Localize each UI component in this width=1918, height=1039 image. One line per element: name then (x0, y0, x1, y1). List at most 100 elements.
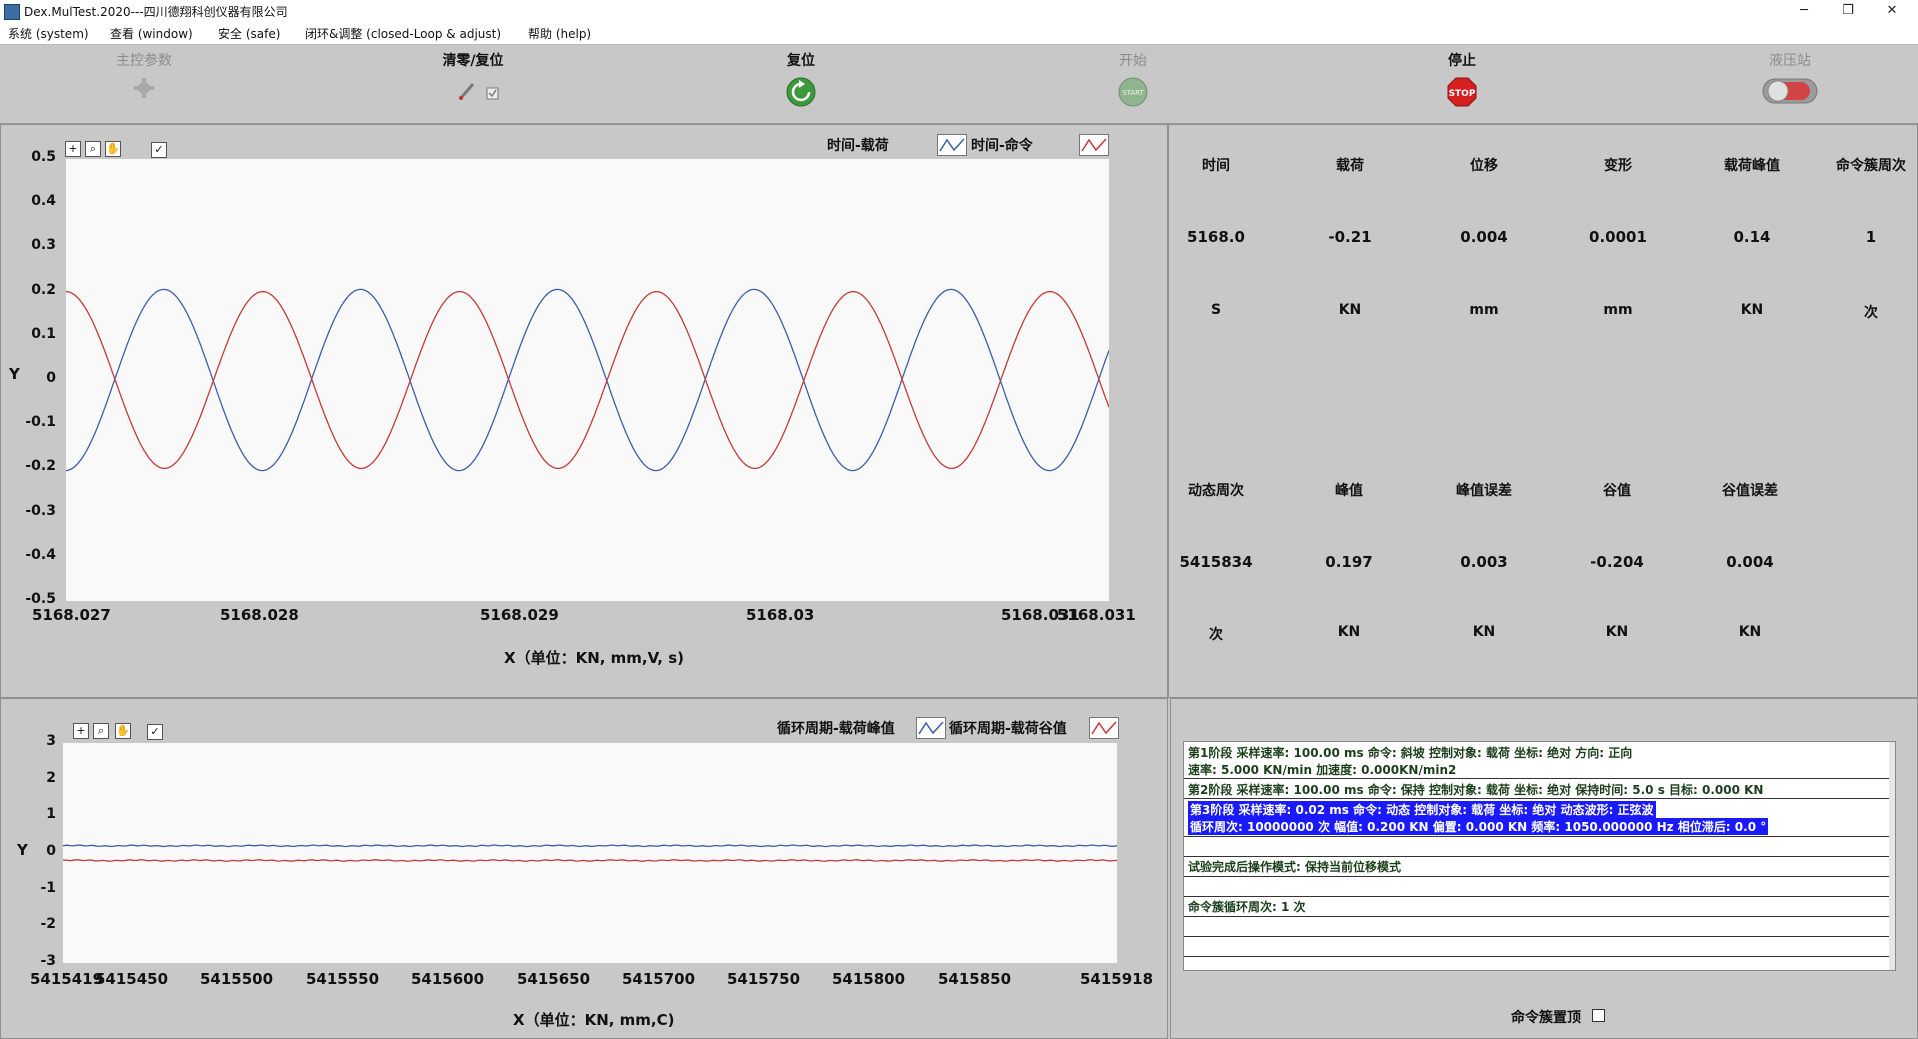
autoscale-checkbox-2[interactable]: ✓ (147, 724, 163, 740)
readout-value: 0.004 (1726, 553, 1774, 571)
x-tick-label: 5415450 (95, 970, 169, 988)
stage1-line1[interactable]: 第1阶段 采样速率: 100.00 ms 命令: 斜坡 控制对象: 载荷 坐标:… (1188, 744, 1632, 761)
zoom-tool-icon-2[interactable]: ⌕ (93, 723, 109, 739)
chart1-x-label: X（单位：KN, mm,V, s) (504, 649, 685, 667)
y-tick-label: 0.1 (31, 325, 56, 342)
menu-safe[interactable]: 安全 (safe) (218, 25, 280, 42)
row-divider (1184, 896, 1890, 897)
x-tick-label: 5415650 (517, 970, 591, 988)
readout-unit: mm (1603, 302, 1633, 318)
x-tick-label: 5415918 (1080, 970, 1154, 988)
readout-header: 载荷 (1336, 158, 1364, 174)
readout-header: 谷值误差 (1722, 483, 1778, 499)
readout-unit: KN (1738, 624, 1762, 640)
reset-button[interactable]: 复位 (711, 50, 891, 112)
wrench-icon (459, 83, 499, 100)
chart2-x-label: X（单位：KN, mm,C) (513, 1011, 675, 1029)
stage3-line2[interactable]: 循环周次: 10000000 次 幅值: 0.200 KN 偏置: 0.000 … (1188, 818, 1769, 835)
legend-valley-label: 循环周期-载荷谷值 (949, 721, 1067, 737)
y-tick-label: 0 (46, 370, 56, 386)
reset-label: 复位 (787, 53, 815, 69)
list-scrollbar[interactable] (1889, 742, 1895, 970)
legend-load-swatch[interactable] (937, 134, 967, 156)
readout-value: 0.14 (1733, 228, 1771, 246)
y-tick-label: -0.2 (25, 458, 56, 475)
x-tick-label: 5415750 (727, 970, 801, 988)
stop-label: 停止 (1448, 53, 1476, 69)
legend-command-swatch[interactable] (1079, 134, 1109, 156)
post-test-mode-line[interactable]: 试验完成后操作模式: 保持当前位移模式 (1188, 858, 1401, 875)
main-params-label: 主控参数 (116, 53, 172, 69)
stage3-line1[interactable]: 第3阶段 采样速率: 0.02 ms 命令: 动态 控制对象: 载荷 坐标: 绝… (1188, 801, 1656, 818)
readout-value: 0.197 (1325, 553, 1373, 571)
x-tick-label: 5415500 (200, 970, 274, 988)
pan-tool-icon-2[interactable]: ✋ (115, 723, 131, 739)
x-tick-label: 5168.028 (220, 606, 299, 624)
readout-header: 命令簇周次 (1836, 158, 1906, 174)
toggle-switch-icon (1762, 78, 1818, 104)
y-tick-label: 0.3 (31, 237, 56, 254)
y-tick-label: 1 (46, 806, 56, 823)
cycle-peak-plot[interactable] (63, 743, 1117, 963)
readout-header: 动态周次 (1188, 483, 1244, 499)
stage2-line[interactable]: 第2阶段 采样速率: 100.00 ms 命令: 保持 控制对象: 载荷 坐标:… (1188, 781, 1763, 798)
x-tick-label: 5168.03 (746, 606, 815, 624)
pin-top-checkbox[interactable] (1592, 1009, 1605, 1022)
x-tick-label: 5415419 (30, 970, 104, 988)
readout-value: 0.004 (1460, 228, 1508, 246)
row-divider (1184, 916, 1890, 917)
legend-peak-swatch[interactable] (916, 717, 946, 739)
time-load-plot[interactable] (66, 159, 1109, 601)
readout-unit: KN (1740, 302, 1764, 318)
y-tick-label: -0.4 (25, 546, 56, 563)
menu-system[interactable]: 系统 (system) (8, 25, 89, 42)
restore-button[interactable]: ❐ (1828, 2, 1868, 20)
menu-help[interactable]: 帮助 (help) (528, 25, 591, 42)
refresh-icon (786, 77, 816, 107)
gear-icon (134, 78, 154, 98)
x-tick-label: 5168.031 (1057, 606, 1136, 624)
menu-window[interactable]: 查看 (window) (110, 25, 193, 42)
y-tick-label: 0.4 (31, 193, 56, 210)
start-button[interactable]: 开始 START (1043, 50, 1223, 112)
row-divider (1184, 778, 1890, 779)
plot-area (66, 159, 1109, 601)
autoscale-checkbox[interactable]: ✓ (151, 142, 167, 158)
pan-tool-icon[interactable]: ✋ (105, 141, 121, 157)
readout-unit: mm (1469, 302, 1499, 318)
y-tick-label: -1 (40, 879, 56, 896)
main-params-button[interactable]: 主控参数 (54, 50, 234, 104)
zero-reset-button[interactable]: 清零/复位 (383, 50, 563, 108)
y-tick-label: -3 (40, 953, 56, 969)
readout-header: 谷值 (1603, 483, 1631, 499)
legend-load-label: 时间-载荷 (827, 138, 889, 154)
readout-value: -0.204 (1590, 553, 1644, 571)
readout-unit: KN (1337, 624, 1361, 640)
hydraulic-station-toggle[interactable]: 液压站 (1700, 50, 1880, 110)
crosshair-tool-icon-2[interactable]: + (73, 723, 89, 739)
x-tick-label: 5168.029 (480, 606, 559, 624)
readout-value: -0.21 (1328, 228, 1372, 246)
legend-peak-label: 循环周期-载荷峰值 (777, 721, 895, 737)
zero-reset-label: 清零/复位 (442, 53, 504, 69)
row-divider (1184, 856, 1890, 857)
start-icon-text: START (1122, 89, 1144, 97)
close-button[interactable]: ✕ (1872, 2, 1912, 20)
stage-command-list[interactable]: 第1阶段 采样速率: 100.00 ms 命令: 斜坡 控制对象: 载荷 坐标:… (1183, 741, 1896, 971)
stage1-line2[interactable]: 速率: 5.000 KN/min 加速度: 0.000KN/min2 (1188, 761, 1456, 778)
crosshair-tool-icon[interactable]: + (65, 141, 81, 157)
menu-closed-loop[interactable]: 闭环&调整 (closed-Loop & adjust) (305, 25, 501, 42)
y-tick-label: 0 (46, 843, 56, 859)
zoom-tool-icon[interactable]: ⌕ (85, 141, 101, 157)
x-tick-label: 5415850 (938, 970, 1012, 988)
minimize-button[interactable]: ─ (1784, 2, 1824, 20)
legend-valley-swatch[interactable] (1089, 717, 1119, 739)
readout-header: 载荷峰值 (1724, 158, 1780, 174)
stop-button[interactable]: 停止 STOP (1372, 50, 1552, 112)
cluster-cycles-line[interactable]: 命令簇循环周次: 1 次 (1188, 898, 1306, 915)
x-tick-label: 5168.027 (32, 606, 111, 624)
readout-value: 0.003 (1460, 553, 1508, 571)
readout-unit: KN (1472, 624, 1496, 640)
readout-value: 0.0001 (1589, 228, 1647, 246)
readout-unit: KN (1338, 302, 1362, 318)
